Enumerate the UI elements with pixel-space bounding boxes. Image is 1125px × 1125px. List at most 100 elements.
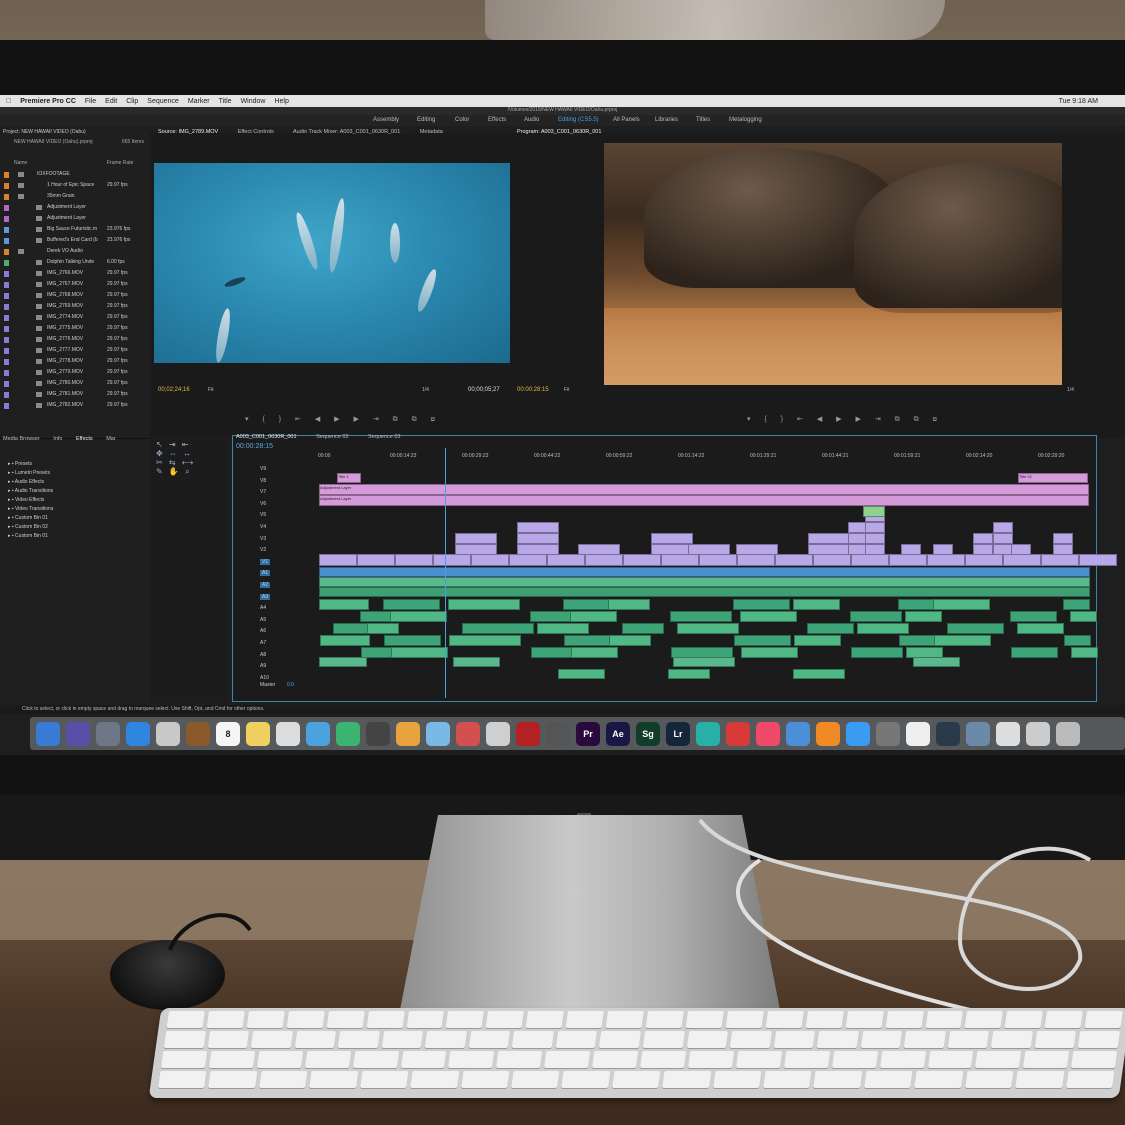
audio-clip[interactable] xyxy=(1010,611,1057,622)
source-scale-select[interactable]: 1/4 xyxy=(422,387,429,393)
dock-app-icon[interactable] xyxy=(426,721,450,746)
workspace-titles[interactable]: Titles xyxy=(696,117,710,123)
video-clip[interactable] xyxy=(585,554,623,566)
dock-app-icon[interactable]: 8 xyxy=(216,721,240,746)
program-fit-select[interactable]: Fit xyxy=(564,387,570,393)
audio-clip[interactable] xyxy=(462,623,534,634)
audio-clip[interactable] xyxy=(668,669,710,679)
dock-app-icon[interactable] xyxy=(246,721,270,746)
dock-app-icon[interactable] xyxy=(156,721,180,746)
effects-folder[interactable]: ▸ ▪ Presets xyxy=(8,461,32,467)
tab-media-browser[interactable]: Media Browser xyxy=(3,436,40,442)
audio-clip[interactable] xyxy=(677,623,739,634)
menu-clip[interactable]: Clip xyxy=(126,98,138,105)
dock-app-icon[interactable] xyxy=(906,721,930,746)
dock-app-icon[interactable] xyxy=(366,721,390,746)
audio-clip[interactable] xyxy=(537,623,589,634)
video-clip[interactable] xyxy=(1003,554,1041,566)
audio-clip[interactable] xyxy=(734,635,791,646)
project-item[interactable]: IMG_2767.MOV 29.97 fps xyxy=(0,281,148,290)
effects-folder[interactable]: ▸ ▪ Custom Bin 01 xyxy=(8,515,48,521)
audio-clip[interactable] xyxy=(320,635,370,646)
tab-source[interactable]: Source: IMG_2789.MOV xyxy=(158,129,218,135)
video-clip[interactable] xyxy=(851,554,889,566)
menu-edit[interactable]: Edit xyxy=(105,98,117,105)
audio-clip[interactable] xyxy=(391,647,448,658)
tab-markers[interactable]: Mar xyxy=(106,436,115,442)
dock-app-icon[interactable] xyxy=(66,721,90,746)
track-label-a4[interactable]: A4 xyxy=(260,605,266,611)
video-clip[interactable] xyxy=(651,533,693,544)
audio-clip[interactable] xyxy=(673,657,735,667)
effects-folder[interactable]: ▸ ▪ Audio Effects xyxy=(8,479,44,485)
source-fit-select[interactable]: Fit xyxy=(208,387,214,393)
audio-clip[interactable] xyxy=(1064,635,1091,646)
dock-app-icon[interactable] xyxy=(36,721,60,746)
audio-clip[interactable] xyxy=(390,611,447,622)
video-clip[interactable] xyxy=(661,554,699,566)
dock-app-icon[interactable] xyxy=(486,721,510,746)
project-item[interactable]: IMG_2774.MOV 29.97 fps xyxy=(0,314,148,323)
audio-clip[interactable] xyxy=(319,587,1090,597)
track-label-v7[interactable]: V7 xyxy=(260,489,266,495)
video-clip[interactable] xyxy=(865,522,885,533)
project-item[interactable]: Adjustment Layer xyxy=(0,204,148,213)
video-clip[interactable] xyxy=(517,533,559,544)
source-timecode[interactable]: 00;02;24;16 xyxy=(158,387,190,393)
column-frame-rate[interactable]: Frame Rate xyxy=(107,160,133,166)
audio-clip[interactable] xyxy=(563,599,610,610)
track-label-a8[interactable]: A8 xyxy=(260,652,266,658)
dock-app-icon[interactable]: Ae xyxy=(606,721,630,746)
track-label-v5[interactable]: V5 xyxy=(260,512,266,518)
audio-clip[interactable] xyxy=(608,599,650,610)
audio-clip[interactable] xyxy=(913,657,960,667)
audio-clip[interactable] xyxy=(1017,623,1064,634)
tab-effects[interactable]: Effects xyxy=(76,436,93,442)
tab-program[interactable]: Program: A003_C001_0630R_001 xyxy=(517,129,601,135)
menu-sequence[interactable]: Sequence xyxy=(147,98,179,105)
video-clip[interactable] xyxy=(813,554,851,566)
program-transport-controls[interactable]: ▾ { } ⇤ ◀ ▶ ▶ ⇥ ⧉ ⧉ ⧈ xyxy=(747,415,943,424)
effects-folder[interactable]: ▸ ▪ Audio Transitions xyxy=(8,488,53,494)
video-clip[interactable] xyxy=(547,554,585,566)
dock-app-icon[interactable] xyxy=(546,721,570,746)
video-clip[interactable] xyxy=(1041,554,1079,566)
effects-folder[interactable]: ▸ ▪ Custom Bin 02 xyxy=(8,524,48,530)
track-label-a3[interactable]: A3 xyxy=(260,593,271,600)
video-clip[interactable] xyxy=(433,554,471,566)
effects-folder[interactable]: ▸ ▪ Custom Bin 01 xyxy=(8,533,48,539)
project-item[interactable]: IMG_2780.MOV 29.97 fps xyxy=(0,380,148,389)
audio-clip[interactable] xyxy=(564,635,611,646)
tab-effect-controls[interactable]: Effect Controls xyxy=(238,129,274,135)
source-transport-controls[interactable]: ▾ { } ⇤ ◀ ▶ ▶ ⇥ ⧉ ⧉ ⧈ xyxy=(245,415,441,424)
dock-app-icon[interactable] xyxy=(396,721,420,746)
menu-marker[interactable]: Marker xyxy=(188,98,210,105)
audio-clip[interactable] xyxy=(319,567,1090,577)
audio-clip[interactable] xyxy=(899,635,936,646)
audio-clip[interactable] xyxy=(448,599,520,610)
video-clip[interactable] xyxy=(319,554,357,566)
audio-clip[interactable] xyxy=(609,635,651,646)
workspace-audio[interactable]: Audio xyxy=(524,117,539,123)
tab-metadata[interactable]: Metadata xyxy=(420,129,443,135)
video-clip[interactable] xyxy=(973,533,993,544)
program-scale-select[interactable]: 1/4 xyxy=(1067,387,1074,393)
audio-clip[interactable] xyxy=(558,669,605,679)
project-item[interactable]: Adjustment Layer xyxy=(0,215,148,224)
menu-window[interactable]: Window xyxy=(241,98,266,105)
audio-clip[interactable] xyxy=(383,599,440,610)
project-item[interactable]: IMG_2768.MOV 29.97 fps xyxy=(0,292,148,301)
dock-app-icon[interactable]: Pr xyxy=(576,721,600,746)
dock-app-icon[interactable] xyxy=(696,721,720,746)
menu-title[interactable]: Title xyxy=(219,98,232,105)
dock-app-icon[interactable] xyxy=(816,721,840,746)
audio-clip[interactable] xyxy=(905,611,942,622)
audio-clip[interactable] xyxy=(670,611,732,622)
track-label-v4[interactable]: V4 xyxy=(260,524,266,530)
project-item[interactable]: Big Sauce Futuristic.m 23.976 fps xyxy=(0,226,148,235)
audio-clip[interactable] xyxy=(793,669,845,679)
column-name[interactable]: Name xyxy=(14,160,27,166)
dock-app-icon[interactable] xyxy=(996,721,1020,746)
video-clip[interactable] xyxy=(865,533,885,544)
dock-app-icon[interactable] xyxy=(756,721,780,746)
